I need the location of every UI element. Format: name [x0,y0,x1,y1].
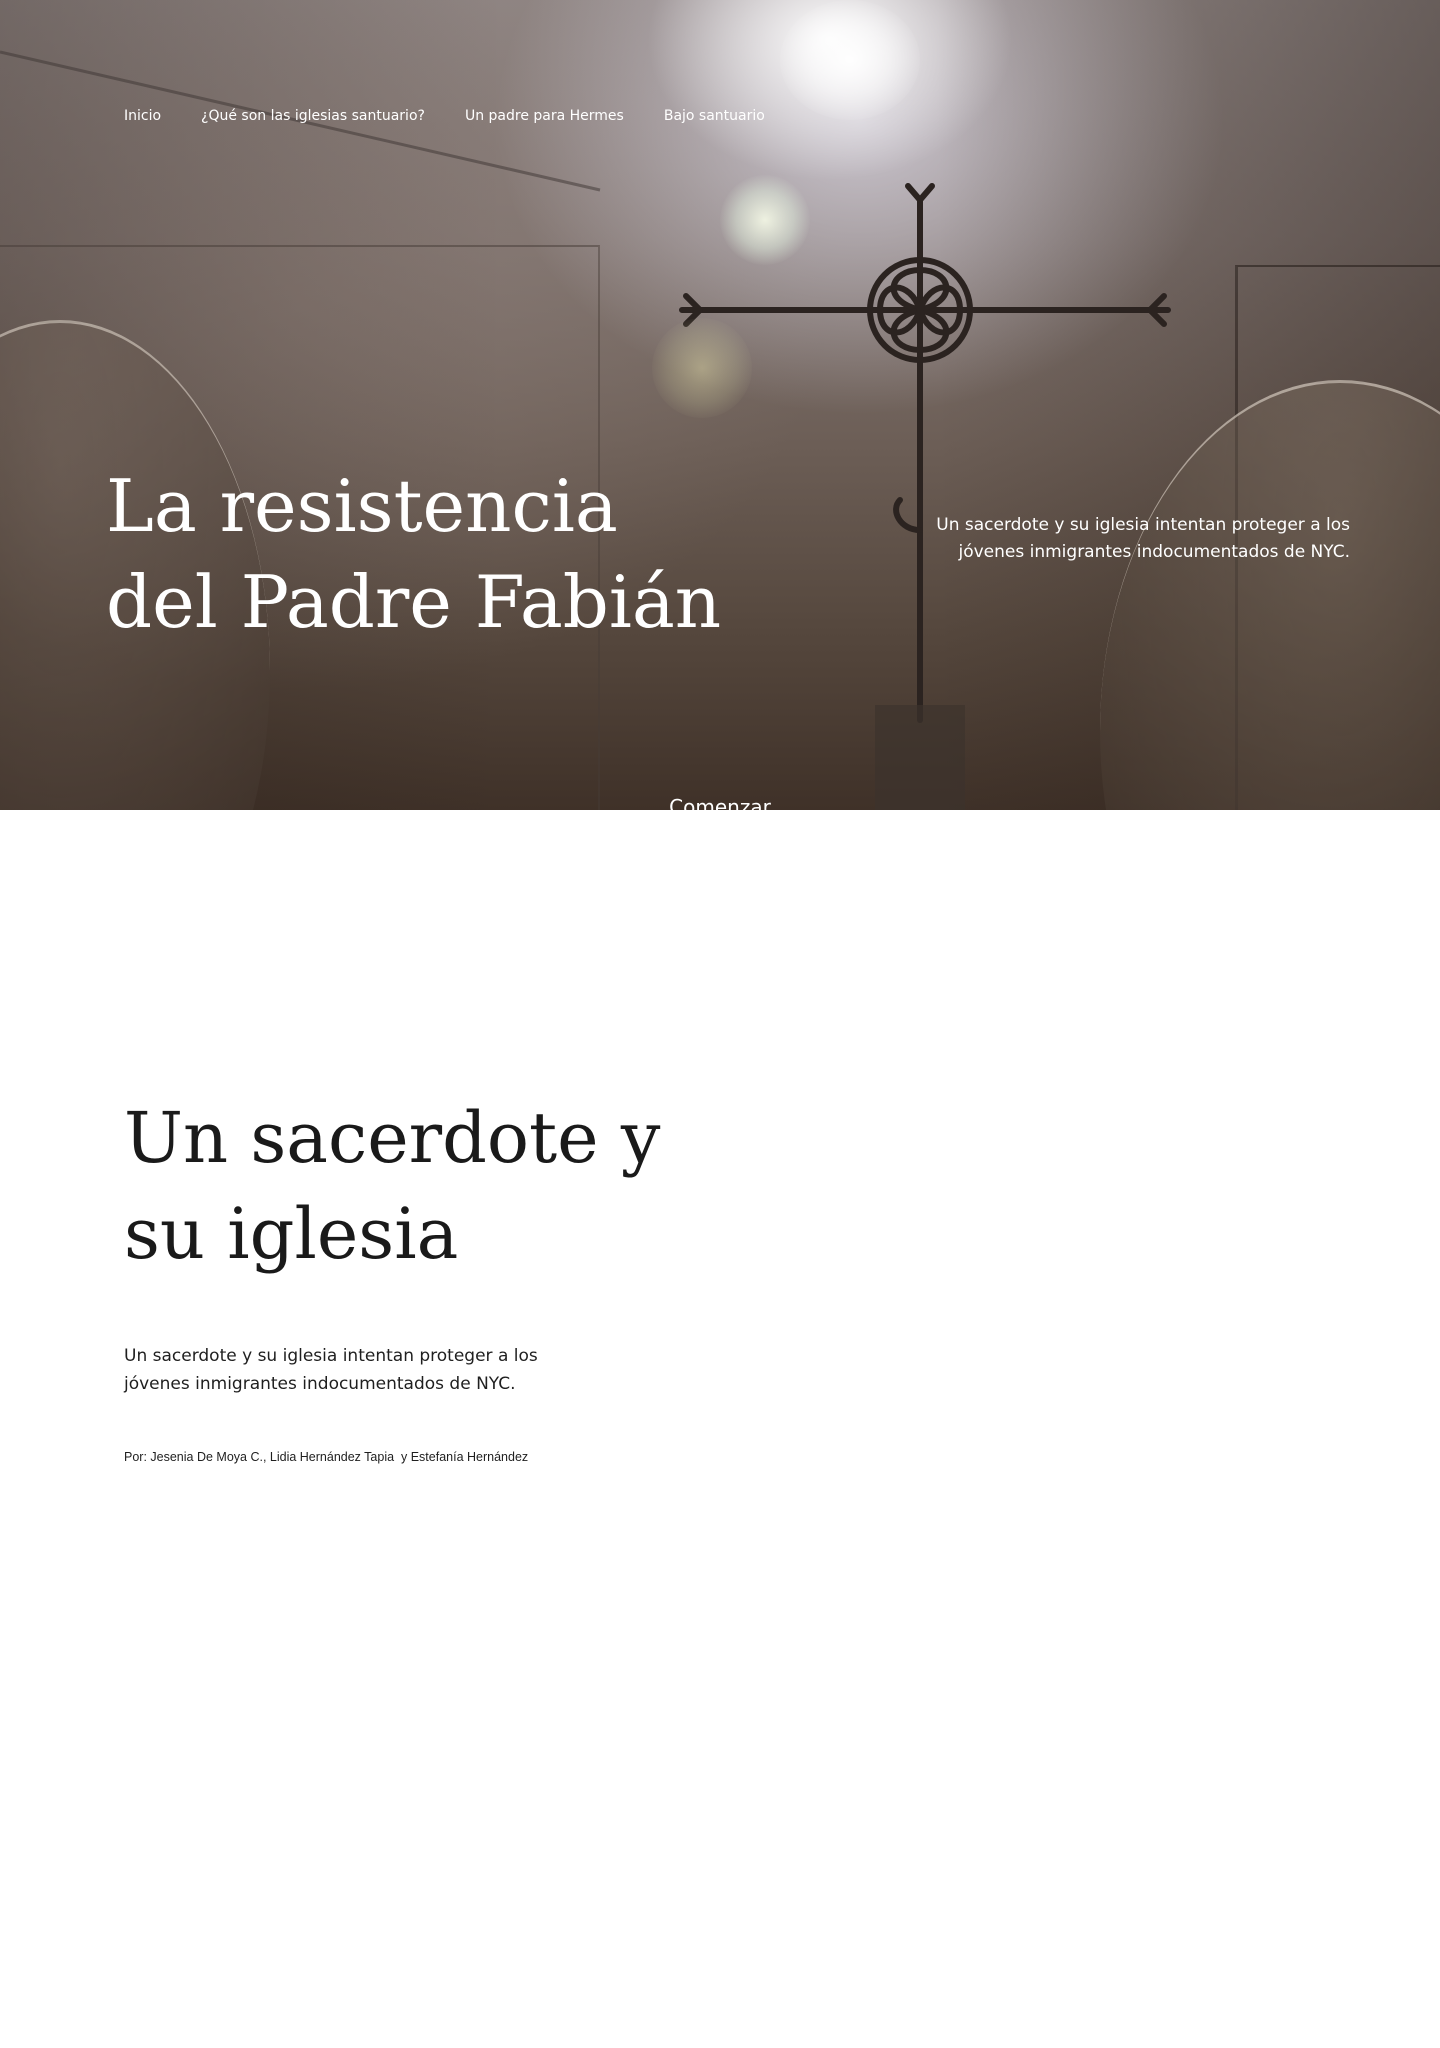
nav-item-iglesias-santuario[interactable]: ¿Qué son las iglesias santuario? [201,108,425,124]
article-intro: Un sacerdote y su iglesia Un sacerdote y… [124,1090,684,1466]
article-byline: Por: Jesenia De Moya C., Lidia Hernández… [124,1450,529,1464]
nav-item-bajo-santuario[interactable]: Bajo santuario [664,108,765,124]
begin-button[interactable]: Comenzar [620,793,820,810]
article-title: Un sacerdote y su iglesia [124,1090,684,1282]
nav-item-padre-hermes[interactable]: Un padre para Hermes [465,108,624,124]
article-deck: Un sacerdote y su iglesia intentan prote… [124,1346,538,1394]
hero-subtitle-line-2: jóvenes inmigrantes indocumentados de NY… [958,542,1350,562]
article-title-line-1: Un sacerdote y [124,1097,661,1179]
hero-section: Inicio ¿Qué son las iglesias santuario? … [0,0,1440,810]
hero-title-line-1: La resistencia [106,464,618,548]
hero-title-line-2: del Padre Fabián [106,560,722,644]
main-nav: Inicio ¿Qué son las iglesias santuario? … [124,108,765,124]
hero-title: La resistencia del Padre Fabián [106,458,726,650]
hero-subtitle-line-1: Un sacerdote y su iglesia intentan prote… [936,515,1350,535]
nav-item-inicio[interactable]: Inicio [124,108,161,124]
hero-subtitle: Un sacerdote y su iglesia intentan prote… [890,512,1350,566]
article-title-line-2: su iglesia [124,1193,459,1275]
iron-cross-image [679,183,1171,810]
